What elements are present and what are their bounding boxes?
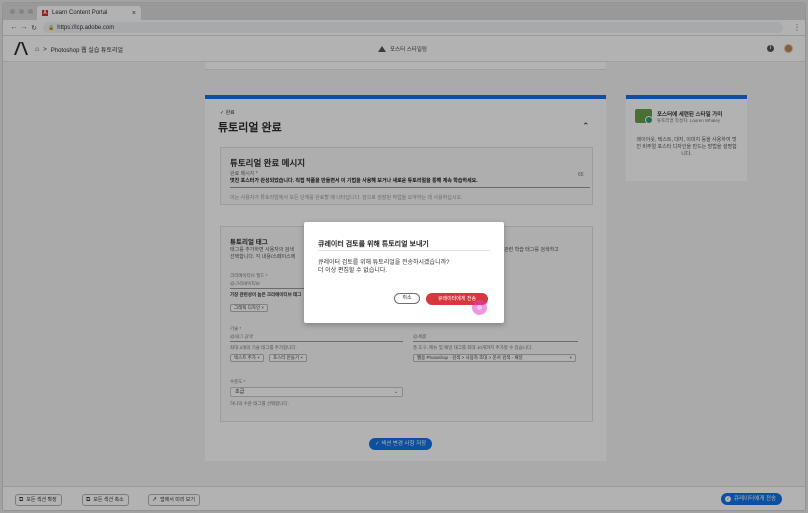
dialog-body: 큐레이터 검토를 위해 튜토리얼을 전송하시겠습니까? 더 이상 편집할 수 없…	[318, 259, 490, 275]
cancel-button[interactable]: 취소	[394, 293, 420, 304]
dialog-title: 큐레이터 검토를 위해 튜토리얼 보내기	[318, 241, 429, 248]
dialog-body-line1: 큐레이터 검토를 위해 튜토리얼을 전송하시겠습니까?	[318, 260, 450, 266]
submit-dialog: 큐레이터 검토를 위해 튜토리얼 보내기 큐레이터 검토를 위해 튜토리얼을 전…	[304, 222, 504, 323]
dialog-body-line2: 더 이상 편집할 수 없습니다.	[318, 268, 388, 274]
dialog-divider	[318, 250, 490, 251]
cursor-indicator	[472, 300, 487, 315]
